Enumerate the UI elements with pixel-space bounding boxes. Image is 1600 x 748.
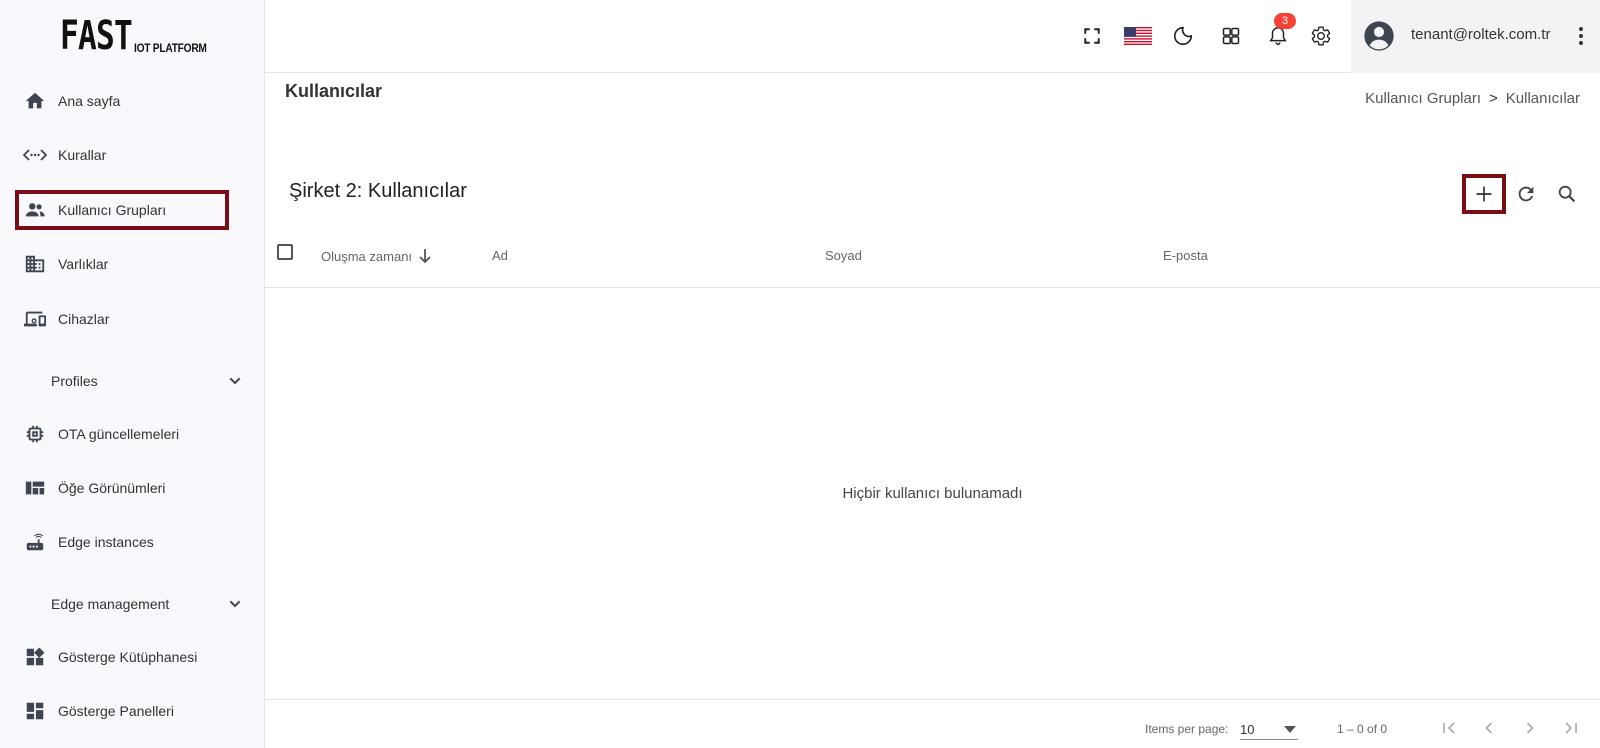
select-all-checkbox[interactable] <box>277 244 293 260</box>
sidebar-item-home[interactable]: Ana sayfa <box>22 82 242 120</box>
sidebar-item-label: Kullanıcı Grupları <box>58 202 167 218</box>
add-user-button[interactable] <box>1462 174 1506 214</box>
chevron-down-icon <box>227 373 243 389</box>
user-email: tenant@roltek.com.tr <box>1411 26 1551 43</box>
devices-icon <box>22 306 48 332</box>
logo-main-text: FAST <box>60 13 133 59</box>
us-flag-icon[interactable] <box>1124 22 1152 50</box>
sidebar-item-label: Gösterge Kütüphanesi <box>58 649 198 665</box>
sidebar-item-devices[interactable]: Cihazlar <box>22 300 242 338</box>
sidebar-group-label: Profiles <box>51 373 98 389</box>
page-title: Kullanıcılar <box>285 81 383 101</box>
table-header: Oluşma zamanı Ad Soyad E-posta <box>265 233 1600 288</box>
user-menu[interactable]: tenant@roltek.com.tr <box>1351 0 1600 73</box>
sidebar-item-label: Varlıklar <box>58 256 109 272</box>
paginator: Items per page: 10 1 – 0 of 0 <box>265 699 1600 748</box>
chevron-right-icon <box>1520 718 1540 738</box>
first-page-button[interactable] <box>1435 714 1463 742</box>
rule-chain-icon <box>22 142 48 168</box>
home-icon <box>22 88 48 114</box>
more-vert-icon[interactable] <box>1577 24 1585 48</box>
sidebar-item-label: Gösterge Panelleri <box>58 703 174 719</box>
sidebar-item-label: OTA güncellemeleri <box>58 426 180 442</box>
pagination-range: 1 – 0 of 0 <box>1337 722 1388 736</box>
fullscreen-icon[interactable] <box>1078 22 1106 50</box>
sidebar-item-ota-updates[interactable]: OTA güncellemeleri <box>22 415 242 453</box>
refresh-button[interactable] <box>1506 174 1546 214</box>
sidebar-item-assets[interactable]: Varlıklar <box>22 245 242 283</box>
breadcrumb-separator: > <box>1489 90 1498 107</box>
sidebar-group-label: Edge management <box>51 596 170 612</box>
search-button[interactable] <box>1547 174 1587 214</box>
sidebar-item-label: Edge instances <box>58 534 154 550</box>
sidebar-group-edge-management[interactable]: Edge management <box>51 589 243 619</box>
chevron-down-icon <box>227 596 243 612</box>
sidebar-item-rules[interactable]: Kurallar <box>22 136 242 174</box>
sidebar-item-dashboards[interactable]: Gösterge Panelleri <box>22 692 242 730</box>
items-per-page-label: Items per page: <box>1145 722 1229 736</box>
column-header-label: Oluşma zamanı <box>321 248 413 264</box>
add-icon <box>1474 184 1494 204</box>
sidebar-group-profiles[interactable]: Profiles <box>51 366 243 396</box>
sidebar-item-user-groups[interactable]: Kullanıcı Grupları <box>15 190 229 230</box>
apps-grid-icon[interactable] <box>1217 22 1245 50</box>
column-header-label: Soyad <box>825 248 862 263</box>
user-group-icon <box>22 197 48 223</box>
next-page-button[interactable] <box>1516 714 1544 742</box>
breadcrumb-current: Kullanıcılar <box>1505 90 1580 107</box>
dropdown-arrow-icon <box>1284 726 1296 733</box>
memory-chip-icon <box>22 421 48 447</box>
chevron-left-icon <box>1479 718 1499 738</box>
previous-page-button[interactable] <box>1475 714 1503 742</box>
breadcrumb-link-user-groups[interactable]: Kullanıcı Grupları <box>1365 90 1481 107</box>
sidebar-item-label: Kurallar <box>58 147 107 163</box>
widgets-icon <box>22 644 48 670</box>
sidebar-item-label: Cihazlar <box>58 311 110 327</box>
domain-icon <box>22 251 48 277</box>
last-page-icon <box>1561 718 1581 738</box>
refresh-icon <box>1515 183 1537 205</box>
sidebar-item-label: Ana sayfa <box>58 93 121 109</box>
app-logo[interactable]: FAST IOT PLATFORM <box>60 16 220 56</box>
last-page-button[interactable] <box>1557 714 1585 742</box>
sidebar: FAST IOT PLATFORM Ana sayfa Kurallar Kul… <box>0 0 265 748</box>
items-per-page-select[interactable]: 10 <box>1240 716 1298 740</box>
column-header-label: Ad <box>492 248 508 263</box>
table-title: Şirket 2: Kullanıcılar <box>289 180 467 202</box>
router-icon <box>22 529 48 555</box>
items-per-page-value: 10 <box>1240 722 1255 737</box>
column-header-first-name[interactable]: Ad <box>492 248 508 263</box>
column-header-label: E-posta <box>1163 248 1208 263</box>
notification-badge: 3 <box>1274 13 1296 29</box>
empty-table-message: Hiçbir kullanıcı bulunamadı <box>842 485 1023 502</box>
column-header-last-name[interactable]: Soyad <box>825 248 862 263</box>
arrow-down-icon <box>418 248 432 264</box>
logo-sub-text: IOT PLATFORM <box>134 41 207 55</box>
breadcrumb: Kullanıcı Grupları > Kullanıcılar <box>1365 90 1580 107</box>
account-circle-icon <box>1363 20 1395 52</box>
sidebar-item-edge-instances[interactable]: Edge instances <box>22 523 242 561</box>
dark-mode-icon[interactable] <box>1169 22 1197 50</box>
settings-icon[interactable] <box>1307 22 1335 50</box>
column-header-created-time[interactable]: Oluşma zamanı <box>321 248 432 264</box>
first-page-icon <box>1439 718 1459 738</box>
column-header-email[interactable]: E-posta <box>1163 248 1208 263</box>
sidebar-item-widget-library[interactable]: Gösterge Kütüphanesi <box>22 638 242 676</box>
search-icon <box>1556 183 1578 205</box>
dashboard-icon <box>22 698 48 724</box>
